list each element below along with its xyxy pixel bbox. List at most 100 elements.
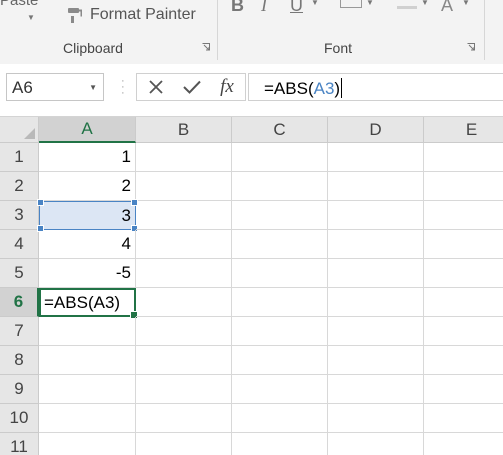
cell-b7[interactable] xyxy=(136,317,232,346)
cell-b10[interactable] xyxy=(136,404,232,433)
reference-corner-handle[interactable] xyxy=(37,199,44,206)
cell-b5[interactable] xyxy=(136,259,232,288)
cell-d11[interactable] xyxy=(328,433,424,455)
fill-color-dropdown-chevron-icon[interactable]: ▼ xyxy=(421,0,429,7)
cell-b2[interactable] xyxy=(136,172,232,201)
paste-dropdown-chevron-icon[interactable]: ▼ xyxy=(27,13,35,22)
cell-c2[interactable] xyxy=(232,172,328,201)
cell-d6[interactable] xyxy=(328,288,424,317)
cell-b3[interactable] xyxy=(136,201,232,230)
cell-b8[interactable] xyxy=(136,346,232,375)
cell-c10[interactable] xyxy=(232,404,328,433)
column-header-c[interactable]: C xyxy=(232,117,328,143)
enter-checkmark-icon[interactable] xyxy=(179,74,205,100)
cell-a5[interactable]: -5 xyxy=(39,259,136,288)
row-header-5[interactable]: 5 xyxy=(0,259,39,288)
cell-a8[interactable] xyxy=(39,346,136,375)
name-box-dropdown-icon[interactable]: ▼ xyxy=(89,83,97,92)
format-painter-icon xyxy=(66,6,86,24)
format-painter-button[interactable]: Format Painter xyxy=(66,5,196,25)
cell-d10[interactable] xyxy=(328,404,424,433)
cell-e3[interactable] xyxy=(424,201,503,230)
font-dialog-launcher-icon[interactable] xyxy=(467,43,475,51)
cell-c11[interactable] xyxy=(232,433,328,455)
row-header-6[interactable]: 6 xyxy=(0,288,39,317)
cell-a3[interactable]: 3 xyxy=(37,199,138,232)
font-color-dropdown-chevron-icon[interactable]: ▼ xyxy=(462,0,470,7)
column-header-e[interactable]: E xyxy=(424,117,503,143)
row-header-4[interactable]: 4 xyxy=(0,230,39,259)
cell-a1[interactable]: 1 xyxy=(39,143,136,172)
cell-b6[interactable] xyxy=(136,288,232,317)
cell-d8[interactable] xyxy=(328,346,424,375)
row-header-10[interactable]: 10 xyxy=(0,404,39,433)
cell-e6[interactable] xyxy=(424,288,503,317)
cell-c7[interactable] xyxy=(232,317,328,346)
paste-label[interactable]: Paste xyxy=(0,0,38,9)
cell-d2[interactable] xyxy=(328,172,424,201)
italic-button[interactable]: I xyxy=(261,0,267,15)
cell-a9[interactable] xyxy=(39,375,136,404)
name-box[interactable]: A6 ▼ xyxy=(6,73,104,101)
cell-a4[interactable]: 4 xyxy=(39,230,136,259)
cell-d9[interactable] xyxy=(328,375,424,404)
cell-e8[interactable] xyxy=(424,346,503,375)
column-header-b[interactable]: B xyxy=(136,117,232,143)
cell-e4[interactable] xyxy=(424,230,503,259)
formula-suffix: ) xyxy=(334,79,341,98)
row-header-2[interactable]: 2 xyxy=(0,172,39,201)
cell-d3[interactable] xyxy=(328,201,424,230)
bold-button[interactable]: B xyxy=(231,0,244,15)
font-color-icon[interactable]: A xyxy=(441,0,453,15)
cell-e5[interactable] xyxy=(424,259,503,288)
cell-c8[interactable] xyxy=(232,346,328,375)
row-header-11[interactable]: 11 xyxy=(0,433,39,455)
worksheet-grid[interactable]: A B C D E 1 2 3 4 5 6 7 8 9 10 11 1 2 3 4 -5… xyxy=(0,117,503,455)
cell-d1[interactable] xyxy=(328,143,424,172)
cell-e1[interactable] xyxy=(424,143,503,172)
row-header-8[interactable]: 8 xyxy=(0,346,39,375)
row-header-3[interactable]: 3 xyxy=(0,201,39,230)
cell-b4[interactable] xyxy=(136,230,232,259)
cell-b11[interactable] xyxy=(136,433,232,455)
select-all-button[interactable] xyxy=(0,117,39,143)
cell-c5[interactable] xyxy=(232,259,328,288)
cell-a10[interactable] xyxy=(39,404,136,433)
cell-b9[interactable] xyxy=(136,375,232,404)
cell-e11[interactable] xyxy=(424,433,503,455)
borders-dropdown-chevron-icon[interactable]: ▼ xyxy=(366,0,374,7)
underline-dropdown-chevron-icon[interactable]: ▼ xyxy=(311,0,319,7)
cell-a11[interactable] xyxy=(39,433,136,455)
column-header-d[interactable]: D xyxy=(328,117,424,143)
underline-button[interactable]: U xyxy=(290,0,303,15)
cell-d4[interactable] xyxy=(328,230,424,259)
cell-a2[interactable]: 2 xyxy=(39,172,136,201)
cell-e2[interactable] xyxy=(424,172,503,201)
name-box-value: A6 xyxy=(12,78,33,97)
formula-buttons: fx xyxy=(136,73,246,101)
cell-d7[interactable] xyxy=(328,317,424,346)
cell-e9[interactable] xyxy=(424,375,503,404)
cell-c6[interactable] xyxy=(232,288,328,317)
cancel-icon[interactable] xyxy=(143,74,169,100)
cell-e10[interactable] xyxy=(424,404,503,433)
cell-d5[interactable] xyxy=(328,259,424,288)
borders-icon[interactable] xyxy=(340,0,362,8)
row-header-7[interactable]: 7 xyxy=(0,317,39,346)
row-header-9[interactable]: 9 xyxy=(0,375,39,404)
fill-color-icon[interactable] xyxy=(397,0,417,9)
clipboard-dialog-launcher-icon[interactable] xyxy=(202,43,210,51)
cell-c1[interactable] xyxy=(232,143,328,172)
cell-c4[interactable] xyxy=(232,230,328,259)
active-cell-a6[interactable]: =ABS(A3) xyxy=(39,288,138,319)
cell-c3[interactable] xyxy=(232,201,328,230)
formula-bar-resize-handle[interactable]: · · · xyxy=(121,76,125,99)
cell-a7[interactable] xyxy=(39,317,136,346)
cell-e7[interactable] xyxy=(424,317,503,346)
formula-input[interactable]: =ABS(A3) xyxy=(248,73,503,101)
row-header-1[interactable]: 1 xyxy=(0,143,39,172)
cell-c9[interactable] xyxy=(232,375,328,404)
cell-b1[interactable] xyxy=(136,143,232,172)
insert-function-icon[interactable]: fx xyxy=(213,74,241,100)
column-header-a[interactable]: A xyxy=(39,117,136,143)
